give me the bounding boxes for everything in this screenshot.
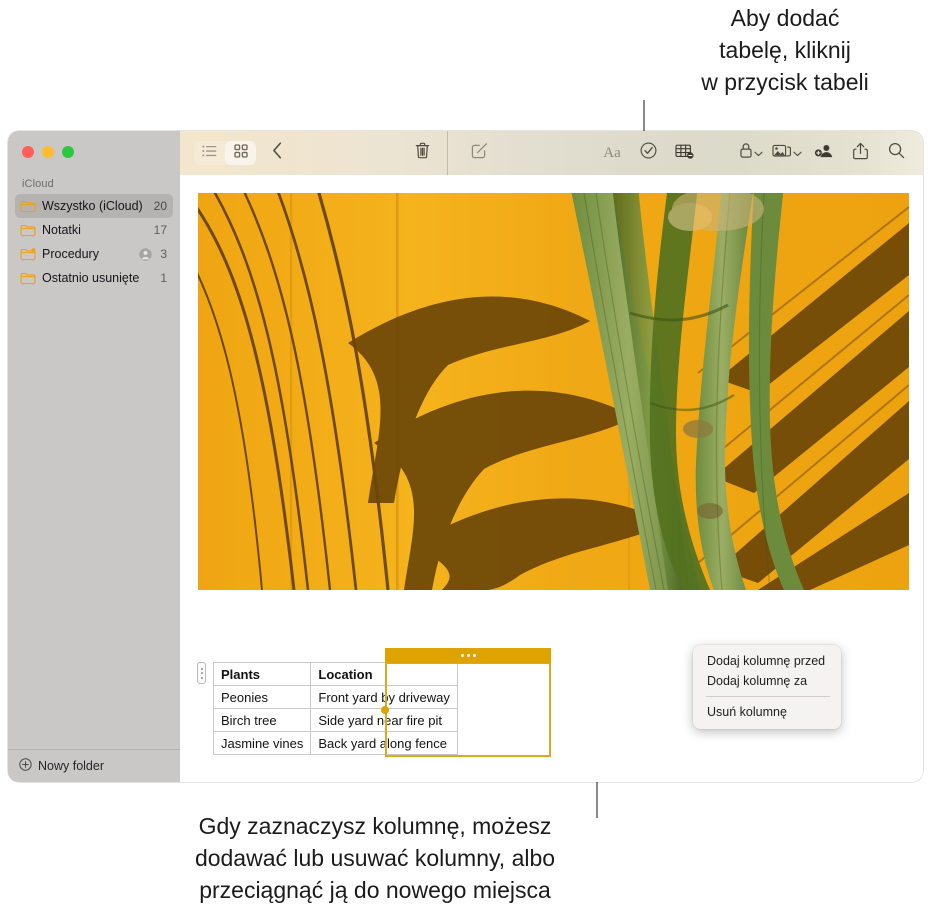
compose-icon [471, 142, 488, 164]
sidebar-item-label: Notatki [42, 223, 81, 237]
delete-note-button[interactable] [405, 139, 439, 167]
table-header-row: Plants Location [212, 662, 458, 686]
shared-folder-icon [20, 247, 36, 261]
table-icon [674, 143, 694, 164]
toolbar: Aa [180, 131, 923, 175]
sidebar-folder-list: Wszystko (iCloud) 20 Notatki 17 Procedur… [8, 194, 180, 290]
table-cell[interactable]: Back yard along fence [310, 731, 458, 755]
minimize-button[interactable] [42, 146, 54, 158]
check-circle-icon [640, 142, 657, 164]
lock-icon [739, 142, 753, 164]
search-button[interactable] [879, 139, 913, 167]
new-folder-button[interactable]: Nowy folder [8, 749, 180, 782]
column-handle[interactable] [385, 648, 551, 663]
callout-bottom-text: Gdy zaznaczysz kolumnę, możesz dodawać l… [194, 813, 556, 903]
screenshot-root: Aby dodać tabelę, kliknij w przycisk tab… [0, 0, 931, 920]
folder-icon [20, 224, 36, 237]
toolbar-divider [447, 131, 448, 175]
list-icon [202, 144, 217, 162]
sidebar-item-count: 1 [160, 271, 167, 285]
table-header-cell[interactable]: Location [310, 662, 458, 686]
checklist-button[interactable] [631, 139, 665, 167]
sidebar-section-label: iCloud [22, 178, 54, 190]
plus-circle-icon [19, 758, 32, 774]
chevron-down-icon [754, 144, 763, 162]
column-resize-dot[interactable] [381, 706, 389, 714]
person-add-icon [814, 143, 834, 164]
sidebar-item-count: 3 [160, 247, 167, 261]
main-pane: Aa Plants Location Peonies Front yard by… [180, 131, 923, 782]
plants-table[interactable]: Plants Location Peonies Front yard by dr… [212, 662, 458, 755]
back-button[interactable] [260, 139, 294, 167]
lock-button[interactable] [735, 139, 769, 167]
search-icon [888, 142, 905, 164]
sidebar-item-wszystko-icloud[interactable]: Wszystko (iCloud) 20 [15, 194, 173, 218]
chevron-down-icon [793, 144, 802, 162]
grid-icon [233, 143, 248, 163]
menu-item-add-column-before[interactable]: Dodaj kolumnę przed [693, 651, 841, 671]
column-context-menu[interactable]: Dodaj kolumnę przed Dodaj kolumnę za Usu… [693, 645, 841, 729]
sidebar-item-ostatnio-usuniete[interactable]: Ostatnio usunięte 1 [15, 266, 173, 290]
table-row: Peonies Front yard by driveway [212, 685, 458, 709]
new-note-button[interactable] [462, 139, 496, 167]
table-header-cell[interactable]: Plants [212, 662, 312, 686]
table-cell[interactable]: Jasmine vines [212, 731, 312, 755]
chevron-left-icon [272, 142, 283, 164]
folder-icon [20, 272, 36, 285]
menu-separator [706, 696, 830, 697]
sidebar-item-label: Ostatnio usunięte [42, 271, 140, 285]
menu-item-delete-column[interactable]: Usuń kolumnę [693, 702, 841, 722]
trash-icon [415, 142, 430, 164]
table-button[interactable] [667, 139, 701, 167]
sidebar-item-label: Procedury [42, 247, 99, 261]
folder-icon [20, 200, 36, 213]
aa-icon: Aa [603, 144, 621, 161]
share-button[interactable] [843, 139, 877, 167]
sidebar-item-procedury[interactable]: Procedury 3 [15, 242, 173, 266]
media-button[interactable] [771, 139, 805, 167]
menu-item-add-column-after[interactable]: Dodaj kolumnę za [693, 671, 841, 691]
photos-icon [772, 143, 792, 164]
close-button[interactable] [22, 146, 34, 158]
list-view-button[interactable] [194, 141, 225, 165]
toolbar-right-group: Aa [595, 139, 923, 167]
table-row-handle[interactable] [197, 662, 206, 684]
zoom-button[interactable] [62, 146, 74, 158]
gallery-view-button[interactable] [225, 141, 256, 165]
table-cell[interactable]: Birch tree [212, 708, 312, 732]
sidebar-item-notatki[interactable]: Notatki 17 [15, 218, 173, 242]
toolbar-left-group [180, 139, 294, 167]
collaborate-button[interactable] [807, 139, 841, 167]
view-mode-segmented-control [194, 141, 256, 165]
person-icon [139, 247, 153, 261]
table-row: Birch tree Side yard near fire pit [212, 708, 458, 732]
new-folder-label: Nowy folder [38, 759, 104, 773]
table-cell[interactable]: Peonies [212, 685, 312, 709]
notes-app-window: iCloud Wszystko (iCloud) 20 Notatki 17 P… [8, 131, 923, 782]
callout-top-text: Aby dodać tabelę, kliknij w przycisk tab… [701, 5, 869, 95]
format-button[interactable]: Aa [595, 139, 629, 167]
sidebar-item-count: 17 [153, 223, 167, 237]
window-controls [8, 131, 180, 169]
share-icon [852, 142, 868, 165]
table-row: Jasmine vines Back yard along fence [212, 731, 458, 755]
note-photo[interactable] [198, 193, 909, 590]
sidebar-item-label: Wszystko (iCloud) [42, 199, 143, 213]
note-content-area[interactable]: Plants Location Peonies Front yard by dr… [180, 175, 923, 782]
sidebar: iCloud Wszystko (iCloud) 20 Notatki 17 P… [8, 131, 180, 782]
sidebar-item-count: 20 [153, 199, 167, 213]
